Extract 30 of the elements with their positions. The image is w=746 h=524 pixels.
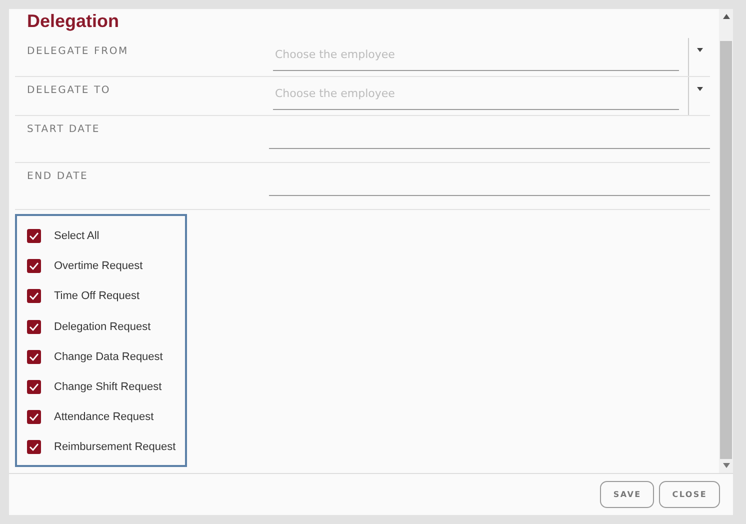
save-button[interactable]: SAVE (600, 481, 654, 508)
checkbox[interactable] (27, 440, 41, 454)
checkbox-label[interactable]: Delegation Request (54, 320, 151, 333)
checkbox-label[interactable]: Change Data Request (54, 350, 163, 363)
checkbox[interactable] (27, 380, 41, 394)
checkbox-label[interactable]: Change Shift Request (54, 381, 162, 394)
checkbox[interactable] (27, 350, 41, 364)
close-button[interactable]: CLOSE (659, 481, 720, 508)
field-label: START DATE (26, 123, 102, 137)
checkbox[interactable] (27, 289, 41, 304)
checkbox-label[interactable]: Overtime Request (54, 260, 143, 272)
scroll-down-icon[interactable] (722, 463, 730, 468)
checkbox[interactable] (27, 410, 41, 424)
checkbox-label[interactable]: Time Off Request (54, 290, 140, 302)
field-label: DELEGATE TO (26, 84, 112, 98)
field-label: DELEGATE FROM (26, 45, 130, 59)
checkbox[interactable] (27, 259, 41, 274)
checkbox[interactable] (27, 229, 41, 244)
scroll-up-icon[interactable] (722, 14, 730, 19)
select-field[interactable]: Choose the employee (273, 38, 679, 71)
select-field[interactable]: Choose the employee (273, 77, 679, 110)
checkbox-label[interactable]: Reimbursement Request (54, 441, 176, 454)
checkbox[interactable] (27, 320, 41, 334)
scrollbar[interactable] (719, 9, 733, 473)
caret-icon (696, 48, 702, 52)
dialog-title: Delegation (26, 10, 120, 33)
checkbox-label[interactable]: Select All (54, 230, 100, 242)
checkbox-label[interactable]: Attendance Request (54, 411, 154, 424)
field-label: END DATE (26, 170, 90, 184)
caret-icon (696, 87, 702, 91)
